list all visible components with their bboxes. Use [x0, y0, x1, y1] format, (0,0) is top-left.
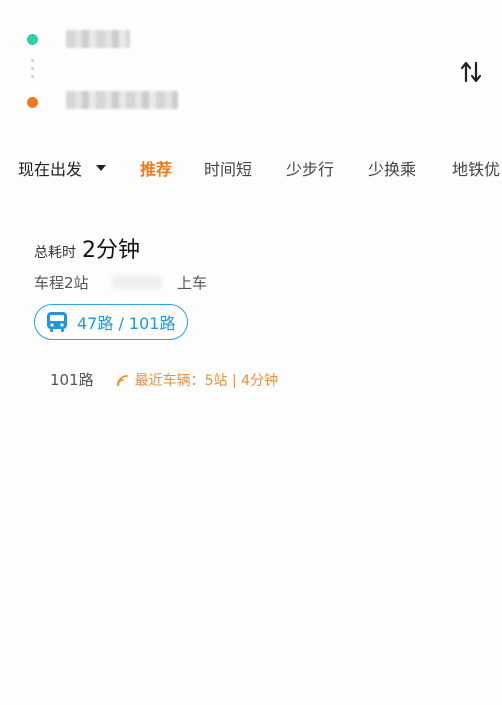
route-result-card[interactable]: 总耗时 2分钟 车程2站 上车 47路 / 101路 101路 最近车辆：5站 …: [34, 232, 474, 389]
route-connector: [31, 59, 34, 83]
total-time-label: 总耗时: [34, 245, 76, 261]
origin-input[interactable]: [66, 30, 130, 48]
realtime-row: 101路 最近车辆：5站 | 4分钟: [50, 369, 470, 390]
caret-down-icon: [96, 165, 107, 171]
bus-icon: [47, 312, 67, 332]
tab-less-walking[interactable]: 少步行: [286, 156, 334, 180]
depart-time-select[interactable]: 现在出发: [18, 156, 107, 180]
filter-tabs: 现在出发 推荐 时间短 少步行 少换乘 地铁优: [0, 148, 502, 188]
swap-vertical-icon[interactable]: [456, 56, 486, 88]
ride-stops-text: 车程2站: [34, 274, 89, 292]
depart-time-label: 现在出发: [18, 160, 83, 179]
realtime-line-name: 101路: [50, 371, 94, 389]
ride-meta-row: 车程2站 上车: [34, 272, 334, 293]
boarding-stop-name: [112, 275, 162, 289]
origin-dot-icon: [27, 34, 38, 45]
total-time-value: 2分钟: [82, 238, 140, 263]
realtime-arrival-info: 最近车辆：5站 | 4分钟: [134, 372, 279, 389]
bus-lines-label: 47路 / 101路: [77, 314, 176, 333]
tab-shortest-time[interactable]: 时间短: [204, 156, 252, 180]
route-header: [0, 0, 502, 130]
tab-fewer-transfers[interactable]: 少换乘: [368, 156, 416, 180]
tab-subway-first[interactable]: 地铁优: [452, 156, 500, 180]
board-label: 上车: [177, 274, 208, 292]
destination-dot-icon: [27, 97, 38, 108]
bus-lines-chip[interactable]: 47路 / 101路: [34, 304, 189, 340]
destination-input[interactable]: [66, 91, 178, 109]
total-time-row: 总耗时 2分钟: [34, 232, 474, 264]
tab-recommend[interactable]: 推荐: [140, 156, 172, 180]
realtime-signal-icon: [116, 374, 128, 386]
